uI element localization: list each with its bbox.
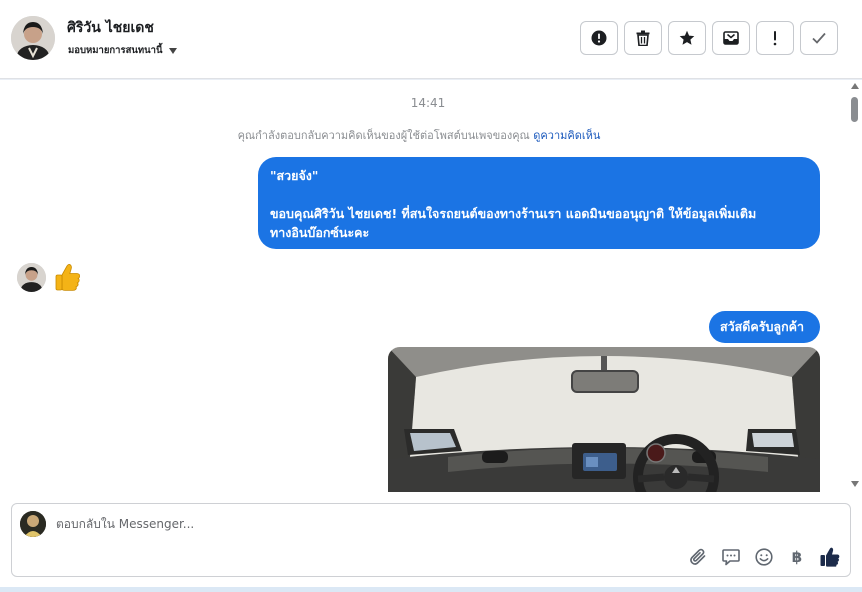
reply-area: ฿ — [0, 492, 862, 592]
mark-spam-button[interactable] — [756, 21, 794, 55]
message-spacer — [270, 185, 808, 204]
attach-file-button[interactable] — [688, 547, 708, 567]
message-line: ขอบคุณศิริวัน ไชยเดช! ที่สนใจรถยนต์ของทา… — [270, 206, 757, 221]
notice-text: คุณกำลังตอบกลับความคิดเห็นของผู้ใช้ต่อโพ… — [237, 129, 534, 142]
message-timestamp: 14:41 — [410, 96, 446, 110]
quoted-comment: "สวยจัง" — [270, 168, 319, 183]
emoji-icon — [755, 548, 773, 566]
page-avatar — [20, 511, 46, 537]
paperclip-icon — [690, 548, 706, 565]
star-button[interactable] — [668, 21, 706, 55]
send-like-button[interactable] — [820, 547, 840, 567]
mark-important-button[interactable] — [580, 21, 618, 55]
saved-replies-button[interactable] — [721, 547, 741, 567]
trash-icon — [636, 30, 650, 46]
conversation-actions — [580, 21, 838, 55]
outgoing-message[interactable]: สวัสดีครับลูกค้า — [709, 311, 820, 343]
scroll-thumb[interactable] — [851, 97, 858, 122]
check-icon — [812, 32, 826, 44]
thread-scrollbar[interactable] — [848, 80, 862, 492]
contact-name: ศิริวัน ไชยเดช — [67, 20, 154, 36]
view-comment-link[interactable]: ดูความคิดเห็น — [533, 129, 600, 142]
thumbs-up-emoji-icon — [55, 264, 81, 291]
scroll-down-arrow-icon[interactable] — [851, 481, 859, 487]
car-interior-photo[interactable] — [388, 347, 820, 492]
assign-label: มอบหมายการสนทนานี้ — [68, 45, 163, 56]
comment-reply-notice: คุณกำลังตอบกลับความคิดเห็นของผู้ใช้ต่อโพ… — [0, 126, 838, 144]
alert-circle-icon — [591, 30, 607, 46]
thumbs-up-emoji-message[interactable] — [55, 263, 81, 295]
emoji-button[interactable] — [754, 547, 774, 567]
outgoing-message[interactable]: "สวยจัง" ขอบคุณศิริวัน ไชยเดช! ที่สนใจรถ… — [258, 157, 820, 249]
exclamation-icon — [773, 31, 777, 46]
sender-avatar[interactable] — [17, 263, 46, 292]
message-line: ทางอินบ๊อกซ์นะคะ — [270, 225, 370, 240]
composer-tools: ฿ — [688, 547, 840, 567]
assign-conversation-dropdown[interactable]: มอบหมายการสนทนานี้ — [68, 43, 177, 58]
star-icon — [679, 30, 695, 45]
reply-input[interactable] — [56, 517, 656, 531]
chat-bubble-icon — [722, 549, 740, 566]
reply-composer[interactable]: ฿ — [11, 503, 851, 577]
bottom-edge — [0, 587, 862, 592]
caret-down-icon — [168, 47, 177, 54]
scroll-up-arrow-icon[interactable] — [851, 83, 859, 89]
mark-done-button[interactable] — [800, 21, 838, 55]
baht-icon: ฿ — [791, 548, 803, 566]
thumbs-up-icon — [820, 547, 840, 567]
contact-avatar[interactable] — [11, 16, 55, 60]
conversation-header: ศิริวัน ไชยเดช มอบหมายการสนทนานี้ — [0, 0, 862, 79]
delete-button[interactable] — [624, 21, 662, 55]
archive-icon — [723, 31, 739, 45]
archive-button[interactable] — [712, 21, 750, 55]
payment-button[interactable]: ฿ — [787, 547, 807, 567]
message-thread[interactable]: 14:41 คุณกำลังตอบกลับความคิดเห็นของผู้ใช… — [0, 80, 862, 492]
